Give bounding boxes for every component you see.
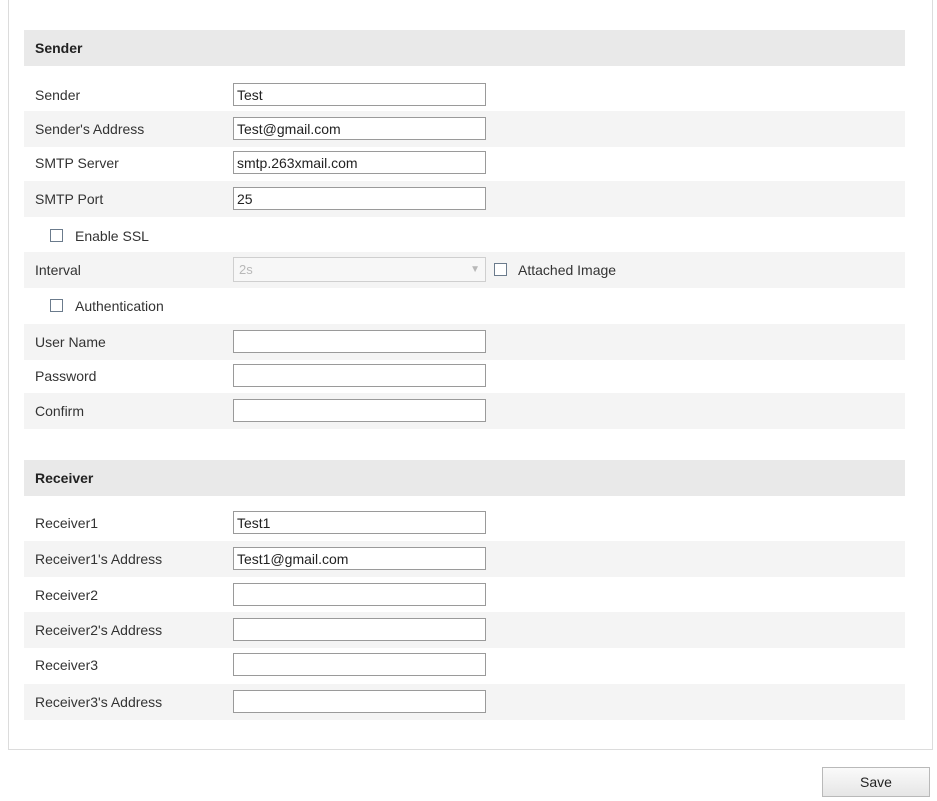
smtp-server-input[interactable] [233,151,486,174]
interval-selected-value: 2s [239,262,253,277]
receiver3-address-row: Receiver3's Address [24,684,905,720]
smtp-server-row: SMTP Server [24,145,905,181]
receiver1-address-label: Receiver1's Address [35,551,163,567]
sender-address-row: Sender's Address [24,111,905,147]
interval-label: Interval [35,262,81,278]
receiver2-input[interactable] [233,583,486,606]
attached-image-label: Attached Image [518,262,617,278]
smtp-port-row: SMTP Port [24,181,905,217]
receiver1-address-row: Receiver1's Address [24,541,905,577]
receiver2-row: Receiver2 [24,577,905,613]
receiver3-row: Receiver3 [24,647,905,683]
receiver1-row: Receiver1 [24,505,905,541]
sender-section-header: Sender [24,30,905,66]
sender-address-label: Sender's Address [35,121,145,137]
sender-label: Sender [35,87,81,103]
receiver3-label: Receiver3 [35,657,99,673]
sender-section-title: Sender [35,40,83,56]
receiver3-address-label: Receiver3's Address [35,694,163,710]
interval-select[interactable]: 2s ▼ [233,257,486,282]
receiver3-input[interactable] [233,653,486,676]
receiver3-address-input[interactable] [233,690,486,713]
receiver1-address-input[interactable] [233,547,486,570]
user-name-input[interactable] [233,330,486,353]
interval-row: Interval 2s ▼ Attached Image [24,252,905,288]
authentication-row: Authentication [24,288,905,324]
sender-address-input[interactable] [233,117,486,140]
chevron-down-icon: ▼ [470,264,480,275]
smtp-server-label: SMTP Server [35,155,119,171]
smtp-port-label: SMTP Port [35,191,104,207]
sender-row: Sender [24,77,905,113]
receiver1-label: Receiver1 [35,515,99,531]
save-button[interactable]: Save [822,767,930,797]
confirm-password-input[interactable] [233,399,486,422]
authentication-label: Authentication [75,298,164,314]
enable-ssl-label: Enable SSL [75,228,149,244]
sender-input[interactable] [233,83,486,106]
enable-ssl-checkbox[interactable] [50,229,63,242]
user-name-row: User Name [24,324,905,360]
attached-image-checkbox[interactable] [494,263,507,276]
receiver-section-header: Receiver [24,460,905,496]
password-label: Password [35,368,97,384]
receiver2-address-input[interactable] [233,618,486,641]
receiver2-address-label: Receiver2's Address [35,622,163,638]
confirm-row: Confirm [24,393,905,429]
confirm-label: Confirm [35,403,85,419]
smtp-port-input[interactable] [233,187,486,210]
receiver2-label: Receiver2 [35,587,99,603]
enable-ssl-row: Enable SSL [24,218,905,254]
receiver-section-title: Receiver [35,470,94,486]
receiver2-address-row: Receiver2's Address [24,612,905,648]
password-row: Password [24,358,905,394]
password-input[interactable] [233,364,486,387]
user-name-label: User Name [35,334,106,350]
receiver1-input[interactable] [233,511,486,534]
authentication-checkbox[interactable] [50,299,63,312]
